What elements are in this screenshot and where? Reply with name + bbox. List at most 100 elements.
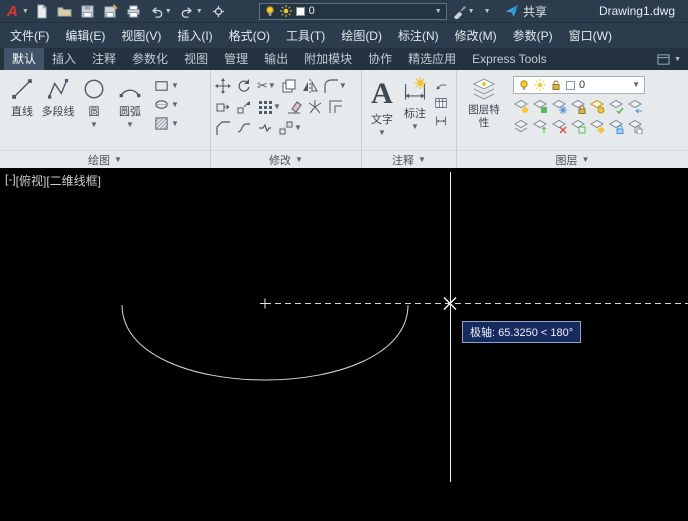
- draw-panel-footer[interactable]: 绘图 ▼: [0, 150, 210, 168]
- layer-properties-button[interactable]: 图层特性: [461, 73, 507, 150]
- layer-previous-tool[interactable]: [627, 98, 643, 114]
- layer-freeze-tool[interactable]: [551, 98, 567, 114]
- tab-insert[interactable]: 插入: [44, 48, 84, 70]
- qat-customize-caret-icon[interactable]: ▼: [484, 8, 491, 15]
- logo-caret-down-icon[interactable]: ▼: [22, 8, 29, 15]
- layer-lock-tool[interactable]: [570, 98, 586, 114]
- menu-window[interactable]: 窗口(W): [561, 23, 620, 48]
- tab-annotate[interactable]: 注释: [84, 48, 124, 70]
- drawing-viewport[interactable]: [-] [俯视] [二维线框] 极轴: 65.3250 < 180°: [0, 168, 688, 521]
- layer-unlock-tool[interactable]: [608, 118, 624, 134]
- offset-tool[interactable]: [328, 99, 344, 115]
- ribbon-display-options[interactable]: ▼: [650, 48, 688, 70]
- layer-copy-tool[interactable]: [627, 118, 643, 134]
- menu-modify[interactable]: 修改(M): [447, 23, 505, 48]
- layer-unisolate-tool[interactable]: [570, 118, 586, 134]
- modify-panel-footer[interactable]: 修改 ▼: [211, 150, 361, 168]
- menu-tools[interactable]: 工具(T): [278, 23, 333, 48]
- copy-tool[interactable]: [281, 78, 297, 94]
- fillet-tool[interactable]: ▼: [323, 78, 347, 94]
- tab-view[interactable]: 视图: [176, 48, 216, 70]
- layer-combo-caret-icon[interactable]: ▼: [632, 81, 640, 89]
- rectangle-tool[interactable]: ▼: [154, 78, 179, 93]
- print-button[interactable]: [123, 2, 144, 20]
- tab-express-tools[interactable]: Express Tools: [464, 48, 554, 70]
- chamfer-tool[interactable]: [215, 120, 231, 136]
- ellipse-tool[interactable]: ▼: [154, 97, 179, 112]
- tab-addins[interactable]: 附加模块: [296, 48, 360, 70]
- viewport-menu-control[interactable]: [-]: [5, 172, 16, 189]
- combo-caret-down-icon[interactable]: ▼: [435, 8, 442, 15]
- table-tool[interactable]: [434, 96, 448, 110]
- autocad-logo[interactable]: A: [5, 4, 20, 19]
- tab-output[interactable]: 输出: [256, 48, 296, 70]
- polyline-tool[interactable]: 多段线: [40, 73, 76, 150]
- dimension-tool[interactable]: 标注 ▼: [398, 73, 432, 150]
- menu-edit[interactable]: 编辑(E): [57, 23, 113, 48]
- layer-isolate-tool[interactable]: [532, 98, 548, 114]
- annotation-panel-footer[interactable]: 注释 ▼: [362, 150, 456, 168]
- new-file-button[interactable]: [31, 2, 52, 20]
- viewport-view-control[interactable]: [俯视]: [16, 172, 47, 189]
- dimension-caret-down-icon[interactable]: ▼: [411, 123, 419, 131]
- match-properties-button[interactable]: ▼: [449, 2, 478, 20]
- viewport-visual-style-control[interactable]: [二维线框]: [46, 172, 101, 189]
- layer-merge-tool[interactable]: [532, 118, 548, 134]
- rotate-tool[interactable]: [236, 78, 252, 94]
- tab-manage[interactable]: 管理: [216, 48, 256, 70]
- layer-off-tool[interactable]: [513, 98, 529, 114]
- mirror-tool[interactable]: [302, 78, 318, 94]
- save-as-button[interactable]: [100, 2, 121, 20]
- layer-thaw-tool[interactable]: [589, 118, 605, 134]
- layer-match-icon: [609, 99, 624, 114]
- redo-caret-down-icon[interactable]: ▼: [196, 8, 203, 15]
- menu-parametric[interactable]: 参数(P): [505, 23, 561, 48]
- text-tool[interactable]: A 文字 ▼: [366, 73, 398, 150]
- hatch-tool[interactable]: ▼: [154, 116, 179, 131]
- layer-delete-tool[interactable]: [551, 118, 567, 134]
- menu-insert[interactable]: 插入(I): [169, 23, 220, 48]
- align-tool[interactable]: ▼: [278, 120, 302, 136]
- tab-parametric[interactable]: 参数化: [124, 48, 176, 70]
- menu-dimension[interactable]: 标注(N): [390, 23, 447, 48]
- array-tool[interactable]: ▼: [257, 99, 281, 115]
- menu-draw[interactable]: 绘图(D): [333, 23, 390, 48]
- layer-combobox[interactable]: 0 ▼: [513, 76, 645, 94]
- move-tool[interactable]: [215, 78, 231, 94]
- menu-view[interactable]: 视图(V): [113, 23, 169, 48]
- tab-home[interactable]: 默认: [4, 48, 45, 70]
- tab-collaborate[interactable]: 协作: [360, 48, 400, 70]
- blend-tool[interactable]: [236, 120, 252, 136]
- linear-dim-tool[interactable]: [434, 114, 448, 128]
- explode-tool[interactable]: [307, 99, 323, 115]
- scale-tool[interactable]: [236, 99, 252, 115]
- titlebar-layer-combobox[interactable]: 0 ▼: [258, 2, 447, 20]
- text-caret-down-icon[interactable]: ▼: [378, 129, 386, 137]
- break-tool[interactable]: [257, 120, 273, 136]
- layer-walk-tool[interactable]: [513, 118, 529, 134]
- tab-featured-apps[interactable]: 精选应用: [400, 48, 464, 70]
- leader-tool[interactable]: [434, 78, 448, 92]
- drawing-canvas[interactable]: [0, 168, 688, 521]
- circle-caret-down-icon[interactable]: ▼: [90, 121, 98, 129]
- line-tool[interactable]: 直线: [4, 73, 40, 150]
- stretch-tool[interactable]: [215, 99, 231, 115]
- menu-file[interactable]: 文件(F): [2, 23, 57, 48]
- open-folder-button[interactable]: [54, 2, 75, 20]
- undo-caret-down-icon[interactable]: ▼: [165, 8, 172, 15]
- match-caret-down-icon[interactable]: ▼: [468, 8, 475, 15]
- menu-format[interactable]: 格式(O): [221, 23, 278, 48]
- undo-button[interactable]: ▼: [146, 2, 175, 20]
- save-button[interactable]: [77, 2, 98, 20]
- layer-on-tool[interactable]: [589, 98, 605, 114]
- share-button[interactable]: 共享: [505, 3, 547, 20]
- workspace-button[interactable]: [208, 2, 229, 20]
- arc-tool[interactable]: 圆弧 ▼: [112, 73, 148, 150]
- layer-match-tool[interactable]: [608, 98, 624, 114]
- erase-tool[interactable]: [286, 99, 302, 115]
- redo-button[interactable]: ▼: [177, 2, 206, 20]
- trim-tool[interactable]: ✂ ▼: [257, 78, 276, 94]
- layers-panel-footer[interactable]: 图层 ▼: [457, 150, 688, 168]
- circle-tool[interactable]: 圆 ▼: [76, 73, 112, 150]
- arc-caret-down-icon[interactable]: ▼: [126, 121, 134, 129]
